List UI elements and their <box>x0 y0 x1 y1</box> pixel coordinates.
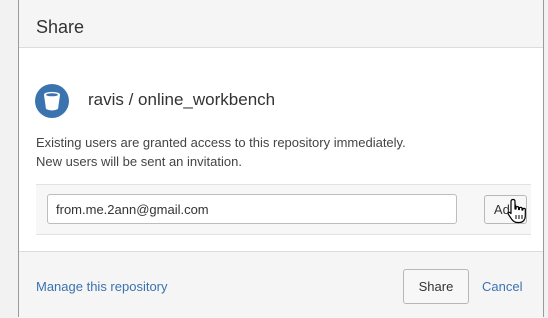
dialog-title: Share <box>36 17 85 37</box>
hand-cursor-icon <box>507 198 526 224</box>
add-user-row: Add <box>36 184 531 235</box>
cancel-link[interactable]: Cancel <box>482 279 522 294</box>
email-input[interactable] <box>47 194 457 224</box>
repository-icon <box>35 84 69 118</box>
share-dialog: Share ravis / online_workbench Existing … <box>18 0 544 318</box>
dialog-footer: Manage this repository Share Cancel <box>19 251 543 318</box>
description-line: New users will be sent an invitation. <box>36 154 242 169</box>
manage-repository-link[interactable]: Manage this repository <box>36 279 168 294</box>
dialog-header: Share <box>19 0 543 48</box>
share-description: Existing users are granted access to thi… <box>36 133 406 171</box>
share-button[interactable]: Share <box>403 269 469 304</box>
repository-name: ravis / online_workbench <box>88 90 276 109</box>
description-line: Existing users are granted access to thi… <box>36 135 406 150</box>
